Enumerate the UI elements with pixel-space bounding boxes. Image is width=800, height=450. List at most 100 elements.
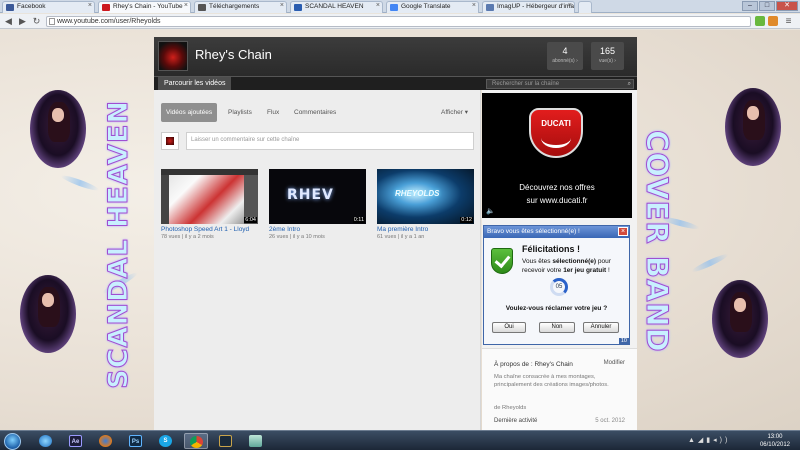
about-author[interactable]: de Rheyolds xyxy=(494,405,526,411)
after-effects-icon: Ae xyxy=(69,435,82,447)
close-tab-icon[interactable]: × xyxy=(280,2,284,9)
channel-header: Rhey's Chain 4 abonné(s) › 165 vue(s) › xyxy=(154,37,637,76)
video-duration: 0:11 xyxy=(352,217,365,223)
taskbar-app-league[interactable] xyxy=(214,433,238,449)
maximize-icon[interactable]: □ xyxy=(759,1,775,11)
close-tab-icon[interactable]: × xyxy=(88,2,92,9)
youtube-channel: Rhey's Chain 4 abonné(s) › 165 vue(s) › … xyxy=(154,37,637,430)
browser-tab-strip: Facebook × Rhey's Chain - YouTube × Télé… xyxy=(0,0,800,13)
tab-playlists[interactable]: Playlists xyxy=(223,103,257,122)
ducati-ad[interactable]: DUCATI Découvrez nos offres sur www.duca… xyxy=(482,93,632,218)
chrome-icon xyxy=(190,436,203,448)
tab-label: SCANDAL HEAVEN xyxy=(305,3,364,10)
close-tab-icon[interactable]: × xyxy=(472,2,476,9)
popup-heading: Félicitations ! xyxy=(522,244,581,254)
clock-date: 06/10/2012 xyxy=(759,442,790,448)
countdown-spinner: 05 xyxy=(550,278,568,296)
close-tab-icon[interactable]: × xyxy=(376,2,380,9)
close-tab-icon[interactable]: × xyxy=(184,2,188,9)
comment-input[interactable]: Laisser un commentaire sur cette chaîne xyxy=(186,132,474,150)
video-age: il y a 2 mois xyxy=(184,234,214,240)
video-duration: 0:12 xyxy=(460,217,473,223)
video-views: 26 vues xyxy=(269,234,289,240)
tab-google-translate[interactable]: Google Translate × xyxy=(386,1,479,13)
address-bar[interactable]: www.youtube.com/user/Rheyolds xyxy=(46,16,751,27)
tab-downloads[interactable]: Téléchargements × xyxy=(194,1,287,13)
yes-button[interactable]: Oui xyxy=(492,322,526,333)
taskbar-app-window[interactable] xyxy=(244,433,268,449)
taskbar-app-skype[interactable]: S xyxy=(154,433,178,449)
close-tab-icon[interactable]: × xyxy=(568,2,572,9)
tab-label: Google Translate xyxy=(401,3,451,10)
view-label: vue(s) › xyxy=(599,58,616,64)
channel-name[interactable]: Rhey's Chain xyxy=(195,47,272,62)
video-thumbnail[interactable]: RHEYOLDS 0:12 xyxy=(377,169,474,224)
tab-scandal-heaven[interactable]: SCANDAL HEAVEN × xyxy=(290,1,383,13)
edit-about-button[interactable]: Modifier xyxy=(604,360,625,366)
video-item[interactable]: RHEV 0:11 2ème Intro 26 vues | il y a 10… xyxy=(269,169,366,240)
taskbar-app-after-effects[interactable]: Ae xyxy=(64,433,88,449)
last-activity-date: 5 oct. 2012 xyxy=(595,418,625,424)
globe-icon xyxy=(39,435,52,447)
tab-uploaded-videos[interactable]: Vidéos ajoutées xyxy=(161,103,218,122)
back-icon[interactable]: ◀ xyxy=(3,16,14,27)
channel-avatar[interactable] xyxy=(158,41,188,71)
taskbar-app-photoshop[interactable]: Ps xyxy=(124,433,148,449)
close-icon[interactable]: × xyxy=(618,227,628,236)
view-number: 165 xyxy=(599,46,616,56)
video-duration: 6:04 xyxy=(244,217,257,223)
tab-label: ImagUP - Hébergeur d'ima xyxy=(497,3,574,10)
subscriber-count[interactable]: 4 abonné(s) › xyxy=(547,42,583,70)
start-button[interactable] xyxy=(4,433,21,450)
forward-icon[interactable]: ▶ xyxy=(17,16,28,27)
taskbar-app-ie[interactable] xyxy=(34,433,58,449)
extension-icon[interactable] xyxy=(768,16,778,26)
video-title[interactable]: Photoshop Speed Art 1 - Lloyd xyxy=(161,226,258,233)
video-title[interactable]: 2ème Intro xyxy=(269,226,366,233)
video-item[interactable]: RHEYOLDS 0:12 Ma première Intro 61 vues … xyxy=(377,169,474,240)
youtube-icon xyxy=(102,4,110,11)
video-age: il y a 1 an xyxy=(400,234,425,240)
band-photo xyxy=(20,275,76,353)
video-title[interactable]: Ma première Intro xyxy=(377,226,474,233)
video-item[interactable]: 6:04 Photoshop Speed Art 1 - Lloyd 78 vu… xyxy=(161,169,258,240)
firefox-icon xyxy=(99,435,112,447)
video-thumbnail[interactable]: RHEV 0:11 xyxy=(269,169,366,224)
video-thumbnail[interactable]: 6:04 xyxy=(161,169,258,224)
ducati-logo: DUCATI xyxy=(529,108,583,158)
tab-imagup[interactable]: ImagUP - Hébergeur d'ima × xyxy=(482,1,575,13)
taskbar-app-firefox[interactable] xyxy=(94,433,118,449)
close-window-icon[interactable]: ✕ xyxy=(776,1,798,11)
speaker-icon[interactable]: 🔈 xyxy=(486,207,495,215)
tray-icons[interactable]: ▲◢▮◂)) xyxy=(688,436,730,444)
new-tab-button[interactable] xyxy=(578,1,592,13)
tab-facebook[interactable]: Facebook × xyxy=(2,1,95,13)
tab-feed[interactable]: Flux xyxy=(262,103,284,122)
minimize-icon[interactable]: – xyxy=(742,1,758,11)
extension-icon[interactable] xyxy=(755,16,765,26)
video-views: 61 vues xyxy=(377,234,397,240)
taskbar-app-chrome[interactable] xyxy=(184,433,208,449)
tab-label: Facebook xyxy=(17,3,46,10)
cancel-button[interactable]: Annuler xyxy=(583,322,619,333)
popup-title: Bravo vous êtes sélectionné(e) ! xyxy=(487,228,580,235)
no-button[interactable]: Non xyxy=(539,322,575,333)
ducati-logo-text: DUCATI xyxy=(541,119,571,128)
tab-comments[interactable]: Commentaires xyxy=(289,103,341,122)
video-views: 78 vues xyxy=(161,234,181,240)
channel-search-input[interactable]: Rechercher sur la chaîne ⌕ xyxy=(486,79,634,89)
ad-text: Découvrez nos offres sur www.ducati.fr xyxy=(482,181,632,207)
wrench-icon[interactable]: ≡ xyxy=(783,16,794,27)
tab-youtube[interactable]: Rhey's Chain - YouTube × xyxy=(98,1,191,13)
ad-line-2: sur www.ducati.fr xyxy=(526,196,588,205)
clock[interactable]: 13:00 06/10/2012 xyxy=(760,433,790,449)
tab-browse-videos[interactable]: Parcourir les vidéos xyxy=(158,77,232,90)
display-dropdown[interactable]: Afficher ▾ xyxy=(441,103,468,122)
reload-icon[interactable]: ↻ xyxy=(31,16,42,27)
band-photo xyxy=(712,280,768,358)
search-icon[interactable]: ⌕ xyxy=(628,80,631,88)
view-count[interactable]: 165 vue(s) › xyxy=(591,42,624,70)
avatar xyxy=(161,132,179,150)
tab-label: Téléchargements xyxy=(209,3,260,10)
popup-body: Vous êtes sélectionné(e) pour recevoir v… xyxy=(522,258,611,274)
